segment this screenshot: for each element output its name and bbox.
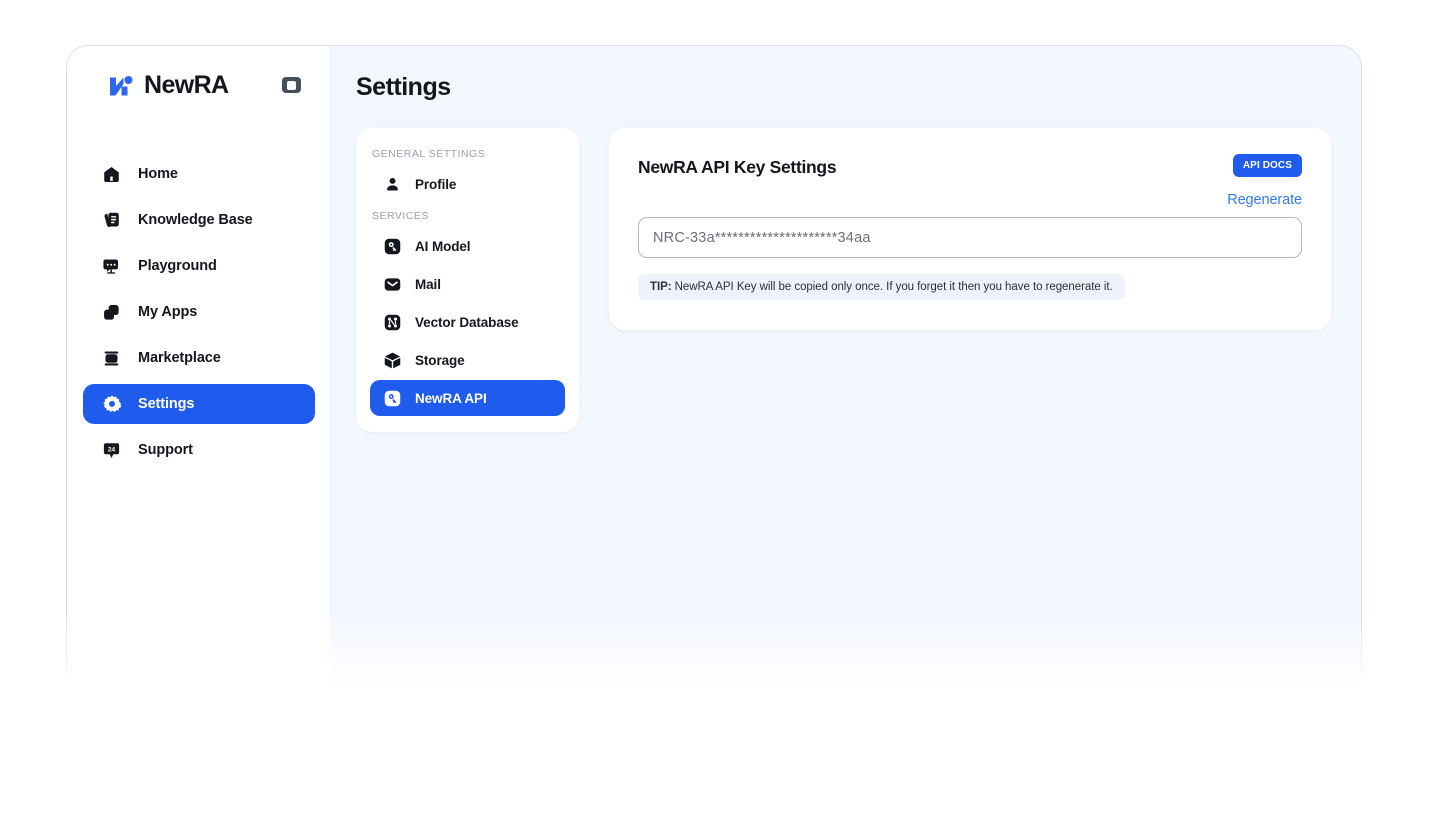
sidebar-item-label: Home bbox=[138, 166, 178, 182]
brand-name: NewRA bbox=[144, 70, 229, 99]
sidebar-item-playground[interactable]: Playground bbox=[83, 246, 315, 286]
vector-db-icon bbox=[382, 312, 402, 332]
subnav-item-label: AI Model bbox=[415, 238, 471, 254]
key-square-icon bbox=[382, 236, 402, 256]
api-docs-button[interactable]: API DOCS bbox=[1232, 154, 1302, 177]
api-key-card: NewRA API Key Settings API DOCS Regenera… bbox=[609, 128, 1331, 330]
subnav-item-label: Storage bbox=[415, 352, 465, 368]
app-window: NewRA Home Knowledge Base Playground My … bbox=[66, 45, 1362, 690]
regenerate-link[interactable]: Regenerate bbox=[1227, 192, 1302, 208]
sidebar-item-my-apps[interactable]: My Apps bbox=[83, 292, 315, 332]
subnav-item-storage[interactable]: Storage bbox=[370, 342, 565, 378]
api-key-input[interactable] bbox=[638, 217, 1302, 258]
sidebar-item-label: Settings bbox=[138, 396, 195, 412]
card-title: NewRA API Key Settings bbox=[638, 157, 837, 177]
page-title: Settings bbox=[356, 73, 451, 101]
sidebar-item-label: Knowledge Base bbox=[138, 212, 253, 228]
playground-icon bbox=[101, 256, 122, 277]
sidebar-item-label: Marketplace bbox=[138, 350, 221, 366]
key-square-icon bbox=[382, 388, 402, 408]
gear-icon bbox=[101, 394, 122, 415]
regenerate-row: Regenerate bbox=[638, 192, 1302, 208]
settings-panes: GENERAL SETTINGS Profile SERVICES AI Mod… bbox=[329, 102, 1361, 432]
sidebar: NewRA Home Knowledge Base Playground My … bbox=[67, 46, 329, 689]
sidebar-item-home[interactable]: Home bbox=[83, 154, 315, 194]
subnav-item-newra-api[interactable]: NewRA API bbox=[370, 380, 565, 416]
sidebar-item-settings[interactable]: Settings bbox=[83, 384, 315, 424]
card-header: NewRA API Key Settings API DOCS bbox=[638, 154, 1302, 178]
tip-prefix: TIP: bbox=[650, 281, 672, 293]
brand-left: NewRA bbox=[107, 71, 229, 100]
tip-text: NewRA API Key will be copied only once. … bbox=[671, 281, 1113, 293]
subnav-item-label: Vector Database bbox=[415, 314, 519, 330]
knowledge-base-icon bbox=[101, 210, 122, 231]
content-area: Settings GENERAL SETTINGS Profile SERVIC… bbox=[329, 46, 1361, 689]
settings-subnav: GENERAL SETTINGS Profile SERVICES AI Mod… bbox=[356, 128, 579, 432]
sidebar-item-support[interactable]: 24 Support bbox=[83, 430, 315, 470]
collapse-icon-inner bbox=[287, 80, 296, 90]
home-icon bbox=[101, 164, 122, 185]
subnav-item-profile[interactable]: Profile bbox=[370, 166, 565, 202]
sidebar-item-label: Playground bbox=[138, 258, 217, 274]
subnav-item-mail[interactable]: Mail bbox=[370, 266, 565, 302]
newra-logo-icon bbox=[107, 72, 134, 99]
marketplace-icon bbox=[101, 348, 122, 369]
sidebar-collapse-icon[interactable] bbox=[282, 77, 301, 93]
svg-text:24: 24 bbox=[108, 446, 116, 453]
subnav-group-label-general: GENERAL SETTINGS bbox=[372, 148, 486, 160]
brand-row: NewRA bbox=[67, 46, 329, 124]
subnav-item-label: NewRA API bbox=[415, 390, 487, 406]
sidebar-nav: Home Knowledge Base Playground My Apps M… bbox=[67, 154, 329, 470]
subnav-item-label: Mail bbox=[415, 276, 441, 292]
tip-banner: TIP: NewRA API Key will be copied only o… bbox=[638, 274, 1125, 300]
sidebar-item-knowledge-base[interactable]: Knowledge Base bbox=[83, 200, 315, 240]
sidebar-item-label: My Apps bbox=[138, 304, 198, 320]
subnav-item-ai-model[interactable]: AI Model bbox=[370, 228, 565, 264]
sidebar-item-marketplace[interactable]: Marketplace bbox=[83, 338, 315, 378]
support-24-icon: 24 bbox=[101, 440, 122, 461]
subnav-group-label-services: SERVICES bbox=[372, 210, 429, 222]
subnav-item-vector-database[interactable]: Vector Database bbox=[370, 304, 565, 340]
user-icon bbox=[382, 174, 402, 194]
subnav-item-label: Profile bbox=[415, 176, 457, 192]
mail-icon bbox=[382, 274, 402, 294]
sidebar-item-label: Support bbox=[138, 442, 193, 458]
my-apps-icon bbox=[101, 302, 122, 323]
cube-icon bbox=[382, 350, 402, 370]
